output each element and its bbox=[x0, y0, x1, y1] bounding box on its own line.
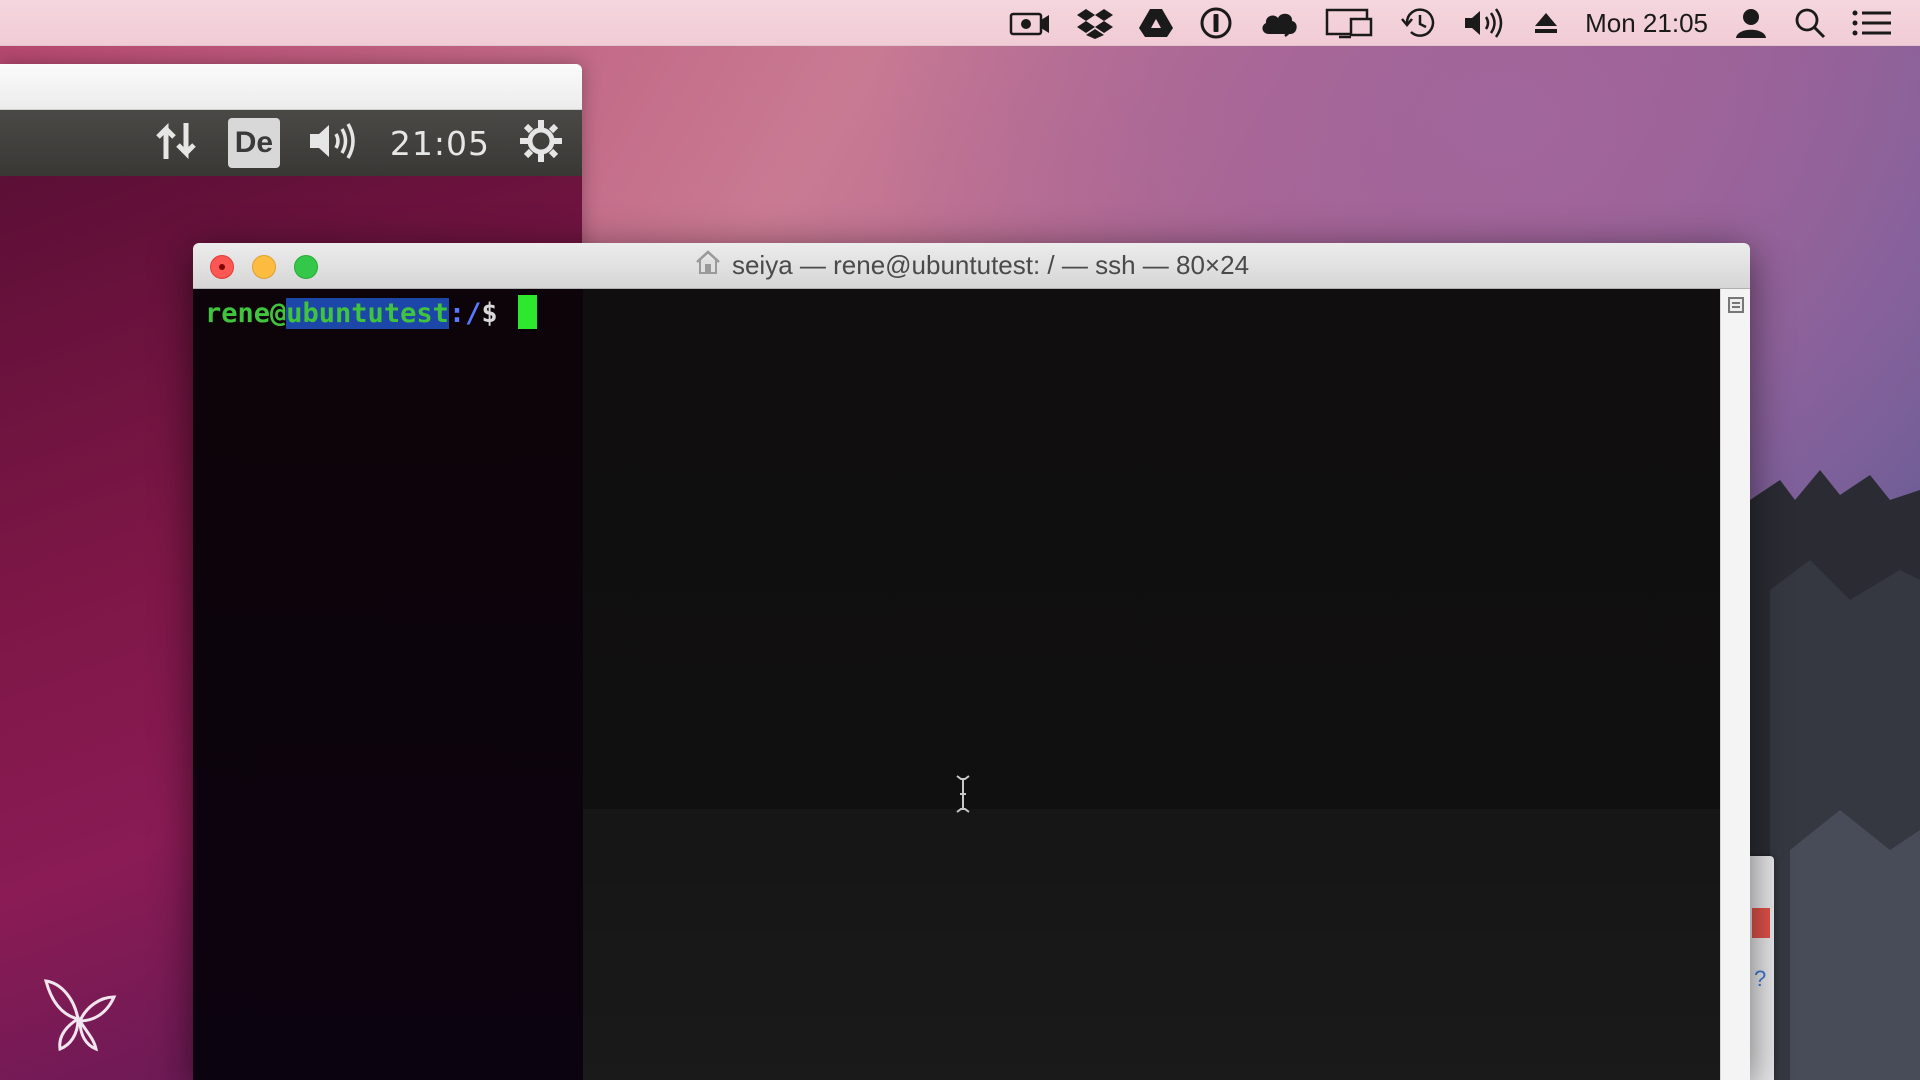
terminal-content[interactable]: rene@ubuntutest:/$ bbox=[193, 289, 1720, 1080]
terminal-window[interactable]: seiya — rene@ubuntutest: / — ssh — 80×24… bbox=[193, 243, 1750, 1080]
terminal-titlebar[interactable]: seiya — rene@ubuntutest: / — ssh — 80×24 bbox=[193, 243, 1750, 289]
eject-icon[interactable] bbox=[1533, 0, 1559, 46]
terminal-background-shade bbox=[583, 809, 1720, 1079]
onepassword-icon[interactable] bbox=[1199, 0, 1233, 46]
network-transfer-icon[interactable] bbox=[154, 119, 200, 167]
tree-silhouette-background bbox=[1750, 470, 1920, 1080]
user-icon[interactable] bbox=[1734, 0, 1768, 46]
background-window-red-element bbox=[1752, 908, 1770, 938]
ubuntu-panel-clock[interactable]: 21:05 bbox=[390, 124, 490, 163]
dropbox-icon[interactable] bbox=[1077, 0, 1114, 46]
terminal-background-left bbox=[193, 289, 583, 1080]
background-window-blue-glyph: ? bbox=[1754, 966, 1767, 991]
prompt-path: :/ bbox=[448, 298, 482, 329]
terminal-title-text: seiya — rene@ubuntutest: / — ssh — 80×24 bbox=[731, 250, 1250, 280]
prompt-symbol: $ bbox=[481, 298, 498, 329]
home-icon bbox=[694, 249, 722, 282]
system-settings-gear-icon[interactable] bbox=[518, 118, 564, 168]
display-mirroring-icon[interactable] bbox=[1325, 0, 1375, 46]
shell-prompt[interactable]: rene@ubuntutest:/$ bbox=[205, 295, 537, 332]
volume-icon[interactable] bbox=[1463, 0, 1507, 46]
prompt-host-selected[interactable]: ubuntutest bbox=[286, 298, 449, 329]
keyboard-layout-indicator[interactable]: De bbox=[227, 118, 280, 168]
cloud-icon[interactable] bbox=[1259, 0, 1299, 46]
background-window-edge[interactable]: ? bbox=[1750, 856, 1774, 1080]
butterfly-logo-icon bbox=[43, 979, 117, 1052]
close-button[interactable] bbox=[210, 255, 234, 279]
minimize-button[interactable] bbox=[252, 255, 276, 279]
spotlight-search-icon[interactable] bbox=[1794, 0, 1826, 46]
menu-bar-tray: Mon 21:05 bbox=[1009, 0, 1892, 46]
screen-record-icon[interactable] bbox=[1009, 0, 1051, 46]
zoom-button[interactable] bbox=[294, 255, 318, 279]
google-drive-icon[interactable] bbox=[1139, 0, 1174, 46]
vm-window-titlebar[interactable] bbox=[0, 64, 582, 110]
terminal-scrollbar[interactable] bbox=[1720, 289, 1750, 1080]
window-controls bbox=[210, 255, 318, 279]
notification-center-icon[interactable] bbox=[1852, 0, 1892, 46]
prompt-user: rene@ bbox=[205, 298, 287, 329]
time-machine-icon[interactable] bbox=[1401, 0, 1437, 46]
ubuntu-top-panel: De 21:05 bbox=[0, 110, 582, 176]
ibeam-cursor-icon bbox=[956, 775, 970, 813]
ubuntu-volume-icon[interactable] bbox=[308, 121, 362, 165]
mac-menu-bar: Mon 21:05 bbox=[0, 0, 1920, 46]
text-cursor bbox=[517, 295, 537, 329]
scrollbar-marker-icon[interactable] bbox=[1728, 297, 1744, 313]
menu-bar-clock[interactable]: Mon 21:05 bbox=[1585, 8, 1708, 39]
terminal-title: seiya — rene@ubuntutest: / — ssh — 80×24 bbox=[694, 249, 1249, 282]
